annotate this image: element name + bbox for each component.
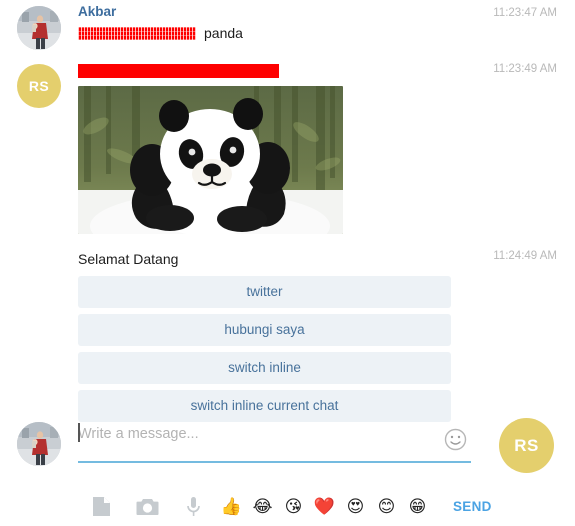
- message-row-akbar: Akbar panda 11:23:47 AM: [0, 0, 575, 50]
- message-timestamp: 11:24:49 AM: [493, 250, 557, 262]
- message-composer: RS: [0, 410, 575, 475]
- send-button[interactable]: SEND: [447, 498, 498, 515]
- redacted-message-line: [78, 62, 565, 80]
- emoji-grin[interactable]: 😁: [402, 497, 433, 517]
- sender-name: Akbar: [78, 4, 117, 19]
- attachment-toolbar: 👍 😂 😘 ❤️ 😍 😊 😁 SEND: [0, 487, 575, 526]
- redacted-striped-bar: [78, 26, 196, 40]
- emoji-heart-eyes[interactable]: 😍: [340, 497, 371, 517]
- welcome-text: Selamat Datang: [78, 251, 179, 267]
- composer-input-area: [78, 410, 478, 463]
- avatar-initials-label: RS: [514, 435, 539, 455]
- avatar-slot-empty: [0, 249, 78, 251]
- message-row-rs-photo: RS 11:23:49 AM: [0, 50, 575, 234]
- redacted-message-line: panda: [78, 23, 565, 43]
- emoji-thumbs-up[interactable]: 👍: [216, 497, 247, 517]
- inline-keyboard: twitter hubungi saya switch inline switc…: [78, 276, 451, 422]
- keyboard-button-twitter[interactable]: twitter: [78, 276, 451, 308]
- keyboard-button-switch-inline[interactable]: switch inline: [78, 352, 451, 384]
- message-timestamp: 11:23:47 AM: [493, 7, 557, 19]
- avatar-rs[interactable]: RS: [17, 64, 61, 108]
- keyboard-button-hubungi-saya[interactable]: hubungi saya: [78, 314, 451, 346]
- message-body: Selamat Datang twitter hubungi saya swit…: [78, 249, 575, 422]
- message-timestamp: 11:23:49 AM: [493, 63, 557, 75]
- microphone-icon[interactable]: [170, 496, 216, 518]
- avatar-rs-composer[interactable]: RS: [499, 418, 554, 473]
- message-text: panda: [204, 25, 243, 41]
- redacted-solid-bar: [78, 63, 279, 78]
- avatar-akbar[interactable]: [17, 6, 61, 50]
- avatar-slot: RS: [0, 62, 78, 108]
- emoji-kissing-heart[interactable]: 😘: [278, 497, 309, 517]
- input-underline: [78, 461, 471, 463]
- avatar-akbar-composer[interactable]: [17, 422, 61, 466]
- message-list: Akbar panda 11:23:47 AM RS 11:23:49 AM S…: [0, 0, 575, 422]
- smiley-icon[interactable]: [444, 428, 467, 451]
- document-icon[interactable]: [78, 496, 124, 517]
- composer-avatar-right-slot: RS: [478, 410, 575, 473]
- emoji-joy[interactable]: 😂: [247, 497, 278, 517]
- message-row-welcome: Selamat Datang twitter hubungi saya swit…: [0, 234, 575, 422]
- message-body: [78, 62, 575, 234]
- emoji-red-heart[interactable]: ❤️: [309, 497, 340, 517]
- message-input[interactable]: [78, 424, 428, 444]
- panda-photo[interactable]: [78, 86, 343, 234]
- avatar-initials-label: RS: [28, 78, 50, 94]
- avatar-slot: [0, 4, 78, 50]
- text-caret: [78, 423, 80, 442]
- composer-avatar-slot: [0, 410, 78, 466]
- camera-icon[interactable]: [124, 497, 170, 516]
- emoji-smile[interactable]: 😊: [371, 497, 402, 517]
